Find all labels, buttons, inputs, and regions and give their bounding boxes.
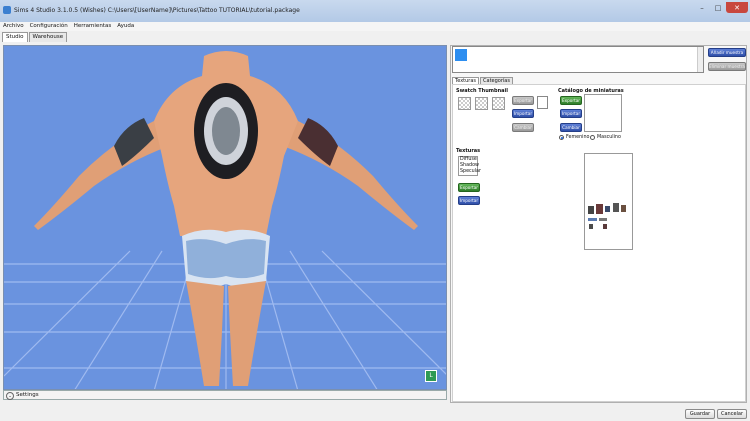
texture-import-button[interactable]: Importar [458, 196, 480, 205]
cancel-button[interactable]: Cancelar [717, 409, 747, 419]
3d-viewport[interactable]: L [3, 45, 447, 390]
texture-item-specular[interactable]: Specular [459, 169, 481, 175]
swatch-thumbnail-2[interactable] [475, 97, 488, 110]
settings-bar[interactable]: ⌄ Settings [3, 390, 447, 400]
radio-female[interactable] [559, 135, 564, 140]
app-icon [3, 6, 11, 14]
catalog-change-button[interactable]: Cambiar [560, 123, 582, 132]
close-icon[interactable]: ✕ [726, 2, 748, 13]
title-bar: Sims 4 Studio 3.1.0.5 (Wishes) C:\Users\… [0, 0, 750, 22]
menu-ayuda[interactable]: Ayuda [117, 22, 134, 31]
tab-studio[interactable]: Studio [2, 32, 28, 42]
settings-label: Settings [16, 392, 39, 398]
tab-warehouse[interactable]: Warehouse [28, 32, 68, 42]
chevron-down-icon[interactable]: ⌄ [6, 392, 14, 400]
swatch-import-button[interactable]: Importar [512, 109, 534, 118]
catalog-export-button[interactable]: Exportar [560, 96, 582, 105]
radio-male-label: Masculino [597, 135, 621, 140]
textures-title: Texturas [456, 148, 481, 154]
radio-male[interactable] [590, 135, 595, 140]
menu-configuracion[interactable]: Configuración [30, 22, 68, 31]
swatch-thumbnail-title: Swatch Thumbnail [456, 88, 508, 94]
texture-export-button[interactable]: Exportar [458, 183, 480, 192]
menu-bar: Archivo Configuración Herramientas Ayuda [0, 22, 750, 31]
main-tabs: Studio Warehouse [2, 32, 68, 42]
texture-atlas [588, 203, 626, 229]
save-button[interactable]: Guardar [685, 409, 715, 419]
radio-female-label: Femenino [566, 135, 590, 140]
maximize-icon[interactable]: □ [710, 2, 726, 13]
swatch-color-preview[interactable] [537, 96, 548, 109]
swatch-thumbnail-3[interactable] [492, 97, 505, 110]
swatch-export-button[interactable]: Exportar [512, 96, 534, 105]
remove-swatch-button[interactable]: Eliminar muestra [708, 62, 746, 71]
texture-list[interactable]: Diffuse Shadow Specular [458, 156, 481, 176]
swatch-change-button[interactable]: Cambiar [512, 123, 534, 132]
add-swatch-button[interactable]: Añadir muestra [708, 48, 746, 57]
viewport-corner-badge[interactable]: L [425, 370, 437, 382]
window-title: Sims 4 Studio 3.1.0.5 (Wishes) C:\Users\… [14, 7, 300, 14]
swatch-item[interactable] [455, 49, 467, 61]
catalog-thumbnail-preview [584, 94, 622, 132]
menu-herramientas[interactable]: Herramientas [74, 22, 111, 31]
swatch-list[interactable] [452, 46, 704, 73]
menu-archivo[interactable]: Archivo [3, 22, 24, 31]
viewport-scene [4, 51, 446, 389]
texture-preview [584, 153, 633, 250]
minimize-icon[interactable]: – [694, 2, 710, 13]
swatch-thumbnail-1[interactable] [458, 97, 471, 110]
footer: Guardar Cancelar [0, 404, 750, 421]
catalog-import-button[interactable]: Importar [560, 109, 582, 118]
swatch-scrollbar[interactable] [697, 47, 703, 72]
